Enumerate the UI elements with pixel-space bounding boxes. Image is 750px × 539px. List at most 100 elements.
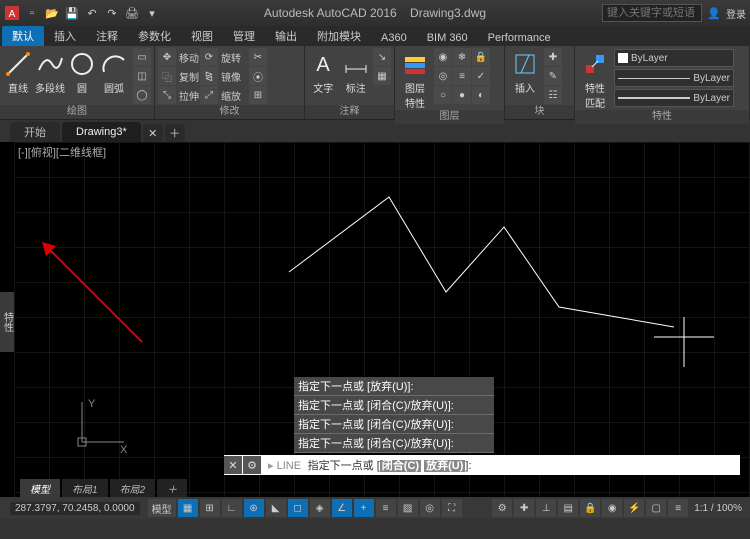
block-attr[interactable]: ☷ xyxy=(544,86,562,104)
customize-status[interactable]: ≡ xyxy=(668,499,688,517)
workspace-switch[interactable]: ⚙ xyxy=(492,499,512,517)
otrack-toggle[interactable]: ∠ xyxy=(332,499,352,517)
fillet-tool[interactable]: ⦿ xyxy=(249,67,267,85)
quick-props[interactable]: ▤ xyxy=(558,499,578,517)
cmd-close-icon[interactable]: ✕ xyxy=(224,456,242,474)
annotation-monitor[interactable]: ✚ xyxy=(514,499,534,517)
tab-annotate[interactable]: 注释 xyxy=(86,26,128,46)
rect-tool[interactable]: ▭ xyxy=(133,48,151,66)
modelspace-toggle[interactable]: 模型 xyxy=(148,499,176,517)
tab-insert[interactable]: 插入 xyxy=(44,26,86,46)
trim-tool[interactable]: ✂ xyxy=(249,48,267,66)
ellipse-tool[interactable]: ◯ xyxy=(133,86,151,104)
tab-performance[interactable]: Performance xyxy=(478,30,561,46)
annoscale-toggle[interactable]: ⛶ xyxy=(442,499,462,517)
tab-drawing[interactable]: Drawing3* xyxy=(62,122,141,142)
svg-text:A: A xyxy=(317,54,331,76)
lw-bylayer[interactable]: ByLayer xyxy=(614,89,734,107)
layer-match[interactable]: ✓ xyxy=(472,67,490,85)
layer-freeze[interactable]: ❄ xyxy=(453,48,471,66)
osnap-toggle[interactable]: ◻ xyxy=(288,499,308,517)
lw-toggle[interactable]: ≡ xyxy=(376,499,396,517)
3dosnap-toggle[interactable]: ◈ xyxy=(310,499,330,517)
block-create[interactable]: ✚ xyxy=(544,48,562,66)
color-bylayer[interactable]: ByLayer xyxy=(614,49,734,67)
block-edit[interactable]: ✎ xyxy=(544,67,562,85)
leader-tool[interactable]: ↘ xyxy=(373,48,391,66)
coordinates: 287.3797, 70.2458, 0.0000 xyxy=(10,502,140,515)
layer-off[interactable]: ◉ xyxy=(434,48,452,66)
add-tab-button[interactable]: ＋ xyxy=(165,124,185,142)
open-icon[interactable]: 📂 xyxy=(44,5,60,21)
transp-toggle[interactable]: ▨ xyxy=(398,499,418,517)
dyn-toggle[interactable]: + xyxy=(354,499,374,517)
layer-b[interactable]: ● xyxy=(453,86,471,104)
array-tool[interactable]: ⊞ xyxy=(249,86,267,104)
isolate-objects[interactable]: ◉ xyxy=(602,499,622,517)
plot-icon[interactable]: 🖨 xyxy=(124,5,140,21)
clean-screen[interactable]: ▢ xyxy=(646,499,666,517)
text-button[interactable]: A 文字 xyxy=(308,47,339,95)
cmd-customize-icon[interactable]: ⚙ xyxy=(243,456,261,474)
units-toggle[interactable]: ⊥ xyxy=(536,499,556,517)
tab-view[interactable]: 视图 xyxy=(181,26,223,46)
insert-block-button[interactable]: 插入 xyxy=(508,47,542,95)
signin-label[interactable]: 登录 xyxy=(726,6,746,21)
tab-layout2[interactable]: 布局2 xyxy=(110,479,156,497)
circle-button[interactable]: 圆 xyxy=(67,47,97,95)
arc-button[interactable]: 圆弧 xyxy=(99,47,129,95)
qat-dropdown-icon[interactable]: ▾ xyxy=(144,5,160,21)
redo-icon[interactable]: ↷ xyxy=(104,5,120,21)
move-tool[interactable]: ✥ xyxy=(158,48,176,66)
layer-state[interactable]: ≡ xyxy=(453,67,471,85)
app-menu-icon[interactable]: A xyxy=(4,5,20,21)
match-props-button[interactable]: 特性 匹配 xyxy=(578,47,612,110)
lock-ui[interactable]: 🔒 xyxy=(580,499,600,517)
tab-layout1[interactable]: 布局1 xyxy=(62,479,108,497)
scale-tool[interactable]: ⤢ xyxy=(200,86,218,104)
properties-palette-tab[interactable]: 特性 xyxy=(0,292,14,352)
layer-iso[interactable]: ◎ xyxy=(434,67,452,85)
layer-props-button[interactable]: 图层 特性 xyxy=(398,47,432,110)
tab-layout-add[interactable]: ＋ xyxy=(157,479,187,497)
tab-parametric[interactable]: 参数化 xyxy=(128,26,181,46)
dim-button[interactable]: 标注 xyxy=(341,47,372,95)
undo-icon[interactable]: ↶ xyxy=(84,5,100,21)
tab-addins[interactable]: 附加模块 xyxy=(307,26,371,46)
command-line[interactable]: ✕ ⚙ ▸ LINE 指定下一点或 [闭合(C) 放弃(U)]: xyxy=(224,455,740,475)
layer-lock[interactable]: 🔒 xyxy=(472,48,490,66)
tab-bim360[interactable]: BIM 360 xyxy=(417,30,478,46)
line-button[interactable]: 直线 xyxy=(3,47,33,95)
command-input[interactable]: ▸ LINE 指定下一点或 [闭合(C) 放弃(U)]: xyxy=(262,457,472,473)
layer-a[interactable]: ○ xyxy=(434,86,452,104)
tab-a360[interactable]: A360 xyxy=(371,30,417,46)
new-icon[interactable]: ▫ xyxy=(24,5,40,21)
layer-c[interactable]: ◐ xyxy=(472,86,490,104)
grid-toggle[interactable]: ▦ xyxy=(178,499,198,517)
iso-toggle[interactable]: ◣ xyxy=(266,499,286,517)
ortho-toggle[interactable]: ∟ xyxy=(222,499,242,517)
hardware-accel[interactable]: ⚡ xyxy=(624,499,644,517)
polar-toggle[interactable]: ⊛ xyxy=(244,499,264,517)
snap-toggle[interactable]: ⊞ xyxy=(200,499,220,517)
viewport[interactable]: [-][俯视][二维线框] Y X 指定下一点或 [放弃(U)]: 指定下一点或… xyxy=(14,142,750,497)
new-tab-button[interactable]: ✕ xyxy=(143,124,163,142)
help-search-input[interactable] xyxy=(602,4,702,22)
tab-default[interactable]: 默认 xyxy=(2,26,44,46)
save-icon[interactable]: 💾 xyxy=(64,5,80,21)
table-tool[interactable]: ▦ xyxy=(373,67,391,85)
copy-tool[interactable]: ⿻ xyxy=(158,67,176,85)
mirror-tool[interactable]: ⧎ xyxy=(200,67,218,85)
tab-manage[interactable]: 管理 xyxy=(223,26,265,46)
line-bylayer[interactable]: ByLayer xyxy=(614,69,734,87)
zoom-level[interactable]: 1:1 / 100% xyxy=(690,503,746,514)
tab-start[interactable]: 开始 xyxy=(10,122,60,142)
signin-icon[interactable]: 👤 xyxy=(706,5,722,21)
tab-model[interactable]: 模型 xyxy=(20,479,60,497)
tab-output[interactable]: 输出 xyxy=(265,26,307,46)
hatch-tool[interactable]: ◫ xyxy=(133,67,151,85)
rotate-tool[interactable]: ⟳ xyxy=(200,48,218,66)
polyline-button[interactable]: 多段线 xyxy=(35,47,65,95)
stretch-tool[interactable]: ⤡ xyxy=(158,86,176,104)
cycle-toggle[interactable]: ◎ xyxy=(420,499,440,517)
